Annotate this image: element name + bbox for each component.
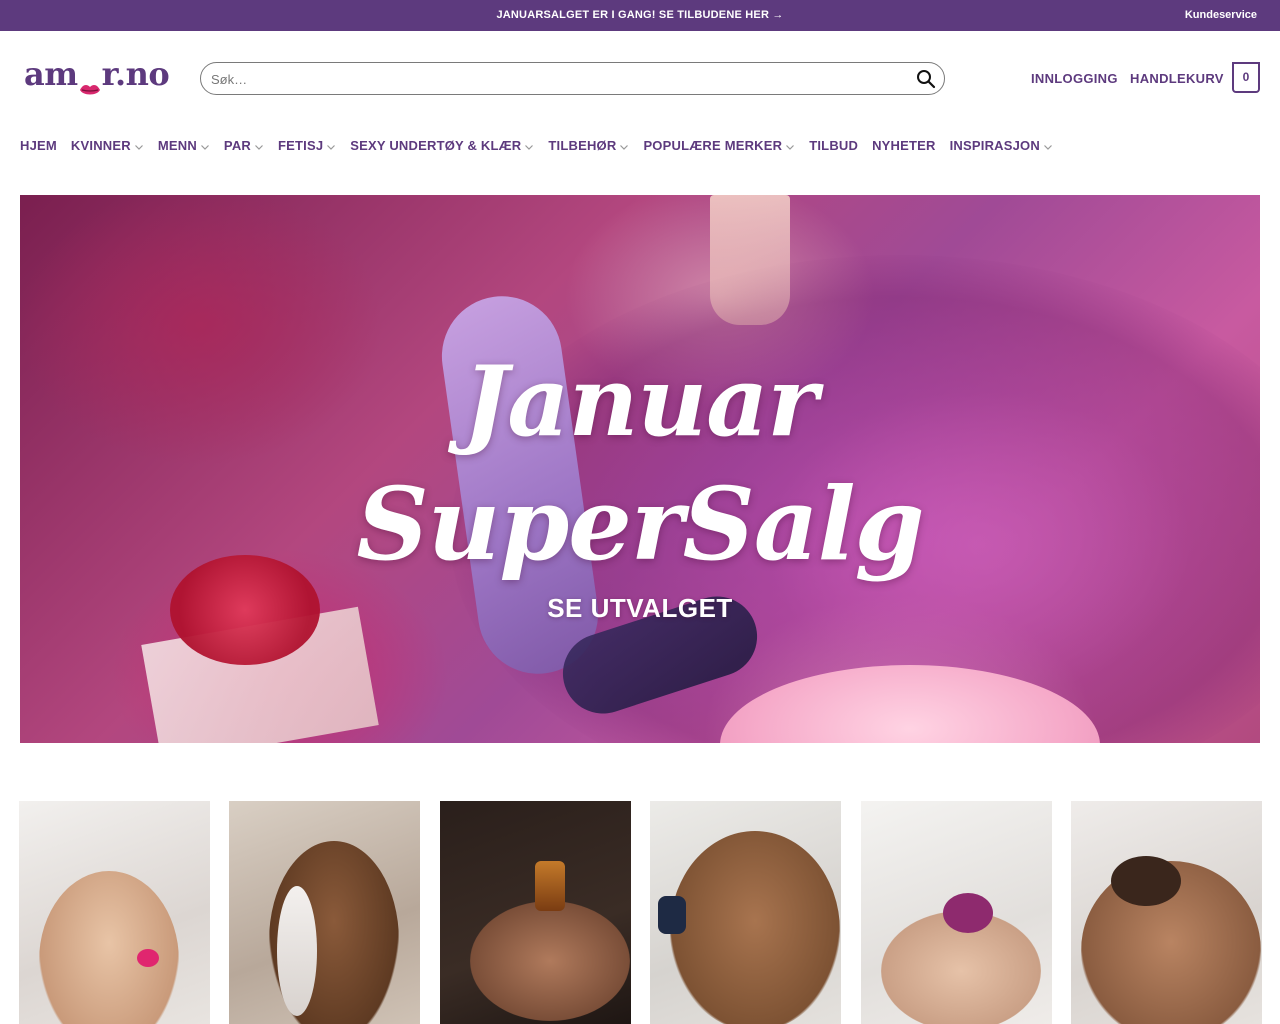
category-tile-couple[interactable] [1071,801,1262,1024]
nav-item-label: PAR [223,137,252,153]
nav-item-label: FETISJ [278,137,324,153]
nav-item-nyheter[interactable]: NYHETER [872,138,936,153]
announcement-bar: JANUARSALGET ER I GANG! SE TILBUDENE HER… [0,0,1280,31]
promo-link[interactable]: JANUARSALGET ER I GANG! SE TILBUDENE HER… [0,0,1280,31]
nav-item-inspirasjon[interactable]: INSPIRASJON [950,138,1053,153]
tile-figure-shape [670,831,840,1024]
tile-figure-shape [39,871,179,1024]
nav-item-populære-merker[interactable]: POPULÆRE MERKER [643,138,795,153]
search-input[interactable] [211,69,891,89]
search-bar [200,62,945,95]
logo-text-left: am [24,55,78,93]
nav-item-label: KVINNER [70,137,131,153]
tile-figure-shape [470,901,630,1021]
tile-bottle-shape [535,861,565,911]
nav-item-hjem[interactable]: HJEM [20,138,57,153]
category-tile-woman-wand[interactable] [229,801,420,1024]
nav-item-label: POPULÆRE MERKER [643,137,783,153]
chevron-down-icon [785,140,795,150]
tile-toy-shape [137,949,159,967]
tile-toy-shape [277,886,317,1016]
hero-cta-button[interactable]: SE UTVALGET [20,593,1260,624]
main-navigation: HJEM KVINNER MENN PAR FETISJ SEXY UNDERTØY & … [20,125,1053,165]
lips-icon [79,67,101,94]
customer-service-link[interactable]: Kundeservice [1185,0,1257,31]
nav-item-par[interactable]: PAR [224,138,264,153]
tile-toy-shape [943,893,993,933]
cart-count-badge[interactable]: 0 [1232,62,1260,93]
chevron-down-icon [1043,140,1053,150]
nav-item-menn[interactable]: MENN [158,138,210,153]
site-header: am r.no INNLOGGING HANDLEKURV 0 [0,31,1280,125]
site-logo[interactable]: am r.no [24,55,170,99]
search-icon[interactable] [916,69,936,89]
cart-link[interactable]: HANDLEKURV [1130,71,1224,86]
nav-item-tilbud[interactable]: TILBUD [809,138,858,153]
nav-item-label: TILBUD [809,137,859,153]
hero-banner[interactable]: Januar SuperSalg SE UTVALGET [20,195,1260,743]
nav-item-label: SEXY UNDERTØY & KLÆR [350,137,522,153]
nav-item-sexy-undertøy-klær[interactable]: SEXY UNDERTØY & KLÆR [350,138,534,153]
category-tile-woman-lingerie[interactable] [19,801,210,1024]
hero-glass-shape [710,195,790,325]
nav-item-label: NYHETER [872,137,936,153]
chevron-down-icon [524,140,534,150]
nav-item-fetisj[interactable]: FETISJ [278,138,336,153]
tile-hair-shape [1111,856,1181,906]
nav-item-label: MENN [157,137,197,153]
chevron-down-icon [619,140,629,150]
category-tile-toy-hands[interactable] [861,801,1052,1024]
nav-item-label: TILBEHØR [548,137,617,153]
logo-text-right: r.no [101,55,170,93]
hero-title-line1: Januar [463,345,818,458]
category-tiles [19,801,1262,1024]
nav-item-tilbehør[interactable]: TILBEHØR [548,138,629,153]
category-tile-man-bed[interactable] [650,801,841,1024]
tile-toy-shape [658,896,686,934]
nav-item-label: INSPIRASJON [949,137,1040,153]
nav-item-kvinner[interactable]: KVINNER [71,138,144,153]
hero-title-line2: SuperSalg [356,465,924,583]
chevron-down-icon [326,140,336,150]
login-link[interactable]: INNLOGGING [1031,71,1118,86]
nav-item-label: HJEM [20,137,57,153]
chevron-down-icon [254,140,264,150]
chevron-down-icon [134,140,144,150]
category-tile-massage-oil[interactable] [440,801,631,1024]
chevron-down-icon [200,140,210,150]
